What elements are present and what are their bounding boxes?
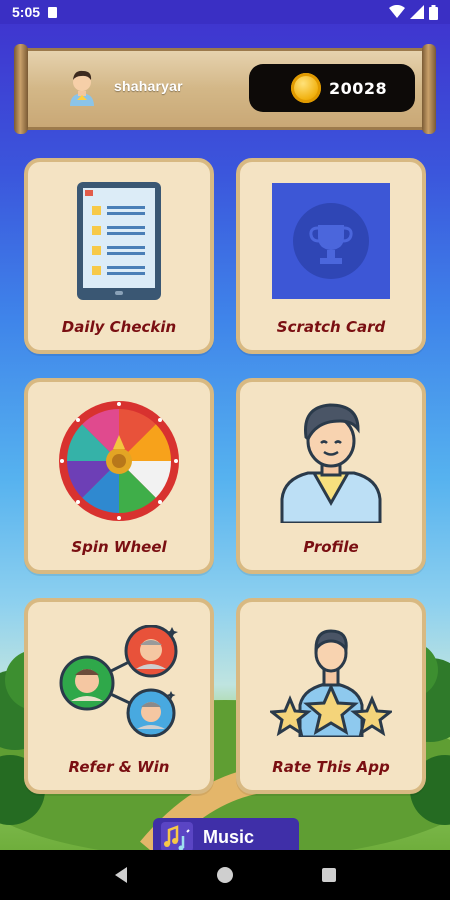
coin-value: 20028 <box>329 78 388 98</box>
scroll-roll-left <box>14 44 28 134</box>
username-label: shaharyar <box>114 78 183 94</box>
scroll-roll-right <box>422 44 436 134</box>
recents-icon[interactable] <box>321 867 337 883</box>
rate-app-label: Rate This App <box>272 758 390 776</box>
trophy-scratch-icon <box>272 183 390 299</box>
profile-card[interactable]: Profile <box>236 378 426 574</box>
status-bar: 5:05 <box>0 0 450 24</box>
profile-label: Profile <box>303 538 359 556</box>
back-icon[interactable] <box>113 866 129 884</box>
home-icon[interactable] <box>216 866 234 884</box>
user-header-banner: shaharyar 20028 <box>14 44 436 134</box>
spin-wheel-icon <box>59 401 179 521</box>
system-navigation-bar <box>0 850 450 900</box>
status-time: 5:05 <box>12 4 41 20</box>
music-notes-icon <box>161 822 193 852</box>
music-label: Music <box>203 826 255 847</box>
rate-app-card[interactable]: Rate This App <box>236 598 426 794</box>
wifi-icon <box>389 5 405 18</box>
scratch-card-label: Scratch Card <box>276 318 386 336</box>
rate-stars-icon <box>270 629 392 737</box>
coin-icon <box>291 73 321 103</box>
checklist-icon <box>77 182 161 300</box>
refer-network-icon <box>59 625 178 737</box>
daily-checkin-card[interactable]: Daily Checkin <box>24 158 214 354</box>
refer-win-card[interactable]: Refer & Win <box>24 598 214 794</box>
user-avatar-icon[interactable] <box>64 66 100 106</box>
spin-wheel-card[interactable]: Spin Wheel <box>24 378 214 574</box>
spin-wheel-label: Spin Wheel <box>71 538 167 556</box>
daily-checkin-label: Daily Checkin <box>61 318 177 336</box>
refer-win-label: Refer & Win <box>68 758 170 776</box>
signal-icon <box>410 5 424 19</box>
scratch-card-card[interactable]: Scratch Card <box>236 158 426 354</box>
battery-icon <box>429 4 438 20</box>
coin-balance: 20028 <box>249 64 415 112</box>
sim-icon <box>48 6 58 18</box>
user-profile-icon <box>280 403 382 523</box>
